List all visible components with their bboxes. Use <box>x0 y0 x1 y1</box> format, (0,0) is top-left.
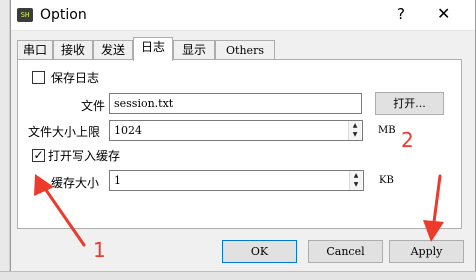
save-log-checkbox[interactable] <box>32 71 45 84</box>
max-size-spinner[interactable]: ▲ ▼ <box>348 121 361 140</box>
buffer-size-input[interactable]: 1 <box>109 170 364 191</box>
max-size-unit: MB <box>378 125 396 136</box>
spin-down-icon[interactable]: ▼ <box>349 130 361 139</box>
window-title: Option <box>40 7 87 23</box>
buffer-size-spinner[interactable]: ▲ ▼ <box>349 171 362 190</box>
max-size-input[interactable]: 1024 <box>109 120 363 141</box>
tab-display[interactable]: 显示 <box>173 40 215 60</box>
spin-up-icon[interactable]: ▲ <box>350 171 362 180</box>
step-number-two: 2 <box>401 128 414 152</box>
tab-others[interactable]: Others <box>215 40 275 60</box>
buffer-size-label: 缓存大小 <box>51 176 100 190</box>
cancel-button[interactable]: Cancel <box>308 240 383 263</box>
tab-send[interactable]: 发送 <box>93 40 133 60</box>
file-label: 文件 <box>81 99 106 113</box>
step-number-one: 1 <box>93 238 106 262</box>
spin-up-icon[interactable]: ▲ <box>349 121 361 130</box>
spin-down-icon[interactable]: ▼ <box>350 180 362 189</box>
tab-serial-port[interactable]: 串口 <box>17 40 53 60</box>
tab-receive[interactable]: 接收 <box>53 40 93 60</box>
max-size-label: 文件大小上限 <box>28 125 101 139</box>
file-path-input[interactable]: session.txt <box>109 93 362 114</box>
write-buffer-checkbox[interactable]: ✓ <box>32 149 45 162</box>
title-bar: SH Option ? ✕ <box>11 0 475 31</box>
buffer-size-unit: KB <box>379 175 394 186</box>
write-buffer-label: 打开写入缓存 <box>48 149 121 163</box>
ok-button[interactable]: OK <box>222 240 297 263</box>
log-settings-panel: 保存日志 文件 session.txt 打开... 文件大小上限 1024 ▲ … <box>17 59 462 229</box>
background-window-edge <box>0 0 10 280</box>
save-log-label: 保存日志 <box>51 71 100 85</box>
help-icon[interactable]: ? <box>397 5 405 23</box>
background-taskbar-strip <box>0 271 476 280</box>
tab-log[interactable]: 日志 <box>133 37 173 61</box>
app-icon: SH <box>17 8 33 22</box>
apply-button[interactable]: Apply <box>389 240 464 263</box>
close-icon[interactable]: ✕ <box>437 4 450 23</box>
open-file-button[interactable]: 打开... <box>375 92 444 115</box>
